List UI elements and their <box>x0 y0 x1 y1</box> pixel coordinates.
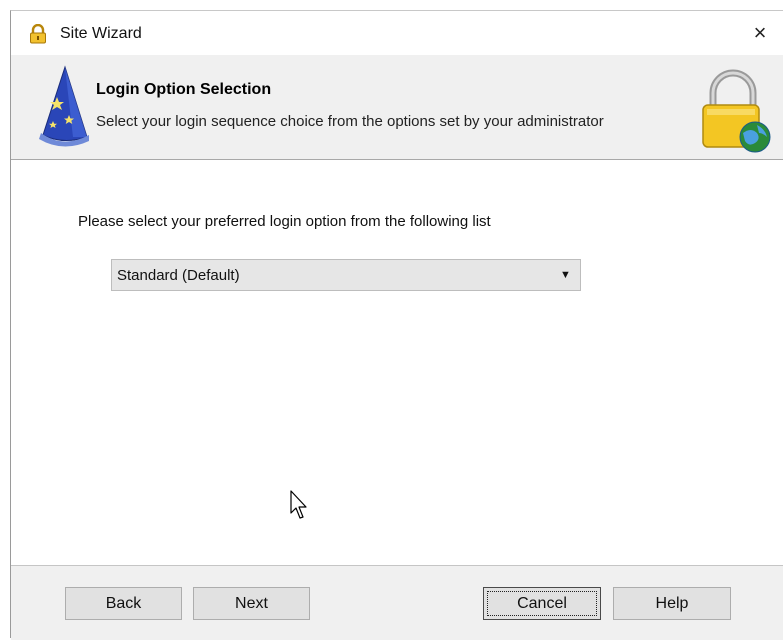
close-button[interactable]: × <box>745 19 775 47</box>
cancel-button[interactable]: Cancel <box>483 587 601 620</box>
site-wizard-window: Site Wizard × Login Option Selection Sel… <box>10 10 783 640</box>
padlock-icon <box>30 24 46 44</box>
title-bar: Site Wizard × <box>11 11 783 55</box>
wizard-hat-icon <box>39 65 89 147</box>
wizard-footer: Back Next Cancel Help <box>11 565 783 640</box>
back-button[interactable]: Back <box>65 587 182 620</box>
help-button[interactable]: Help <box>613 587 731 620</box>
padlock-globe-icon <box>702 69 771 153</box>
header-subtitle: Select your login sequence choice from t… <box>96 113 604 130</box>
login-option-select[interactable]: Standard (Default) ▼ <box>111 259 581 291</box>
login-option-prompt: Please select your preferred login optio… <box>78 213 491 230</box>
dropdown-arrow-icon: ▼ <box>560 269 571 281</box>
wizard-header: Login Option Selection Select your login… <box>11 55 783 160</box>
header-title: Login Option Selection <box>96 81 272 98</box>
next-button[interactable]: Next <box>193 587 310 620</box>
focus-rectangle <box>487 591 597 616</box>
mouse-pointer-icon <box>290 490 307 519</box>
window-title: Site Wizard <box>60 25 142 42</box>
login-option-selected-value: Standard (Default) <box>117 267 240 284</box>
